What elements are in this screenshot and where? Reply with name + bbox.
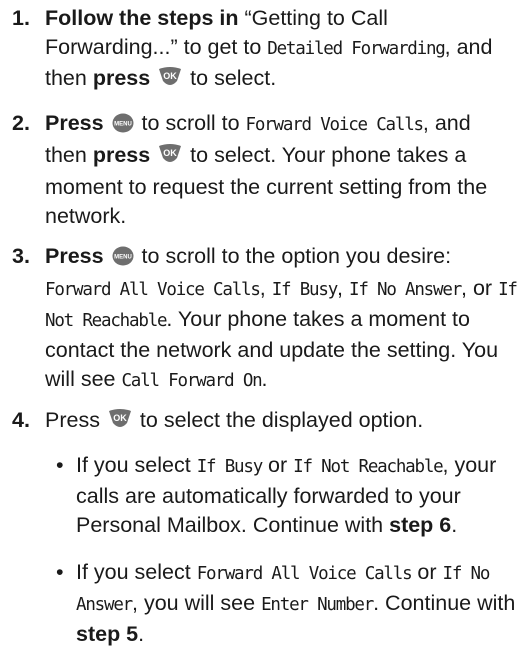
step-2: 2. Press MENU to scroll to Forward Voice… [12, 109, 517, 231]
display-text: Forward All Voice Calls [196, 564, 413, 584]
display-text: Call Forward On [121, 371, 262, 391]
bullet-text-run: . [451, 513, 458, 537]
display-text: Forward Voice Calls [245, 115, 425, 135]
step-text-run: to select. [184, 66, 277, 90]
bullet-text-run: . [138, 622, 145, 646]
display-text: If Busy [196, 457, 264, 477]
step-emphasis: press [92, 143, 151, 167]
bullet-item-2: • If you select Forward All Voice Calls … [56, 558, 521, 649]
bullet-text-run: . Continue with [373, 591, 516, 615]
step-emphasis: Follow the steps in [45, 6, 239, 30]
menu-key-icon: MENU [112, 112, 134, 141]
step-text-run: to scroll to the option you desire: [135, 244, 452, 268]
svg-text:OK: OK [113, 413, 127, 423]
display-text: If No Answer [349, 280, 462, 300]
bullet-marker: • [56, 453, 64, 477]
step-emphasis: Press [45, 244, 104, 268]
bullet-item-1: • If you select If Busy or If Not Reacha… [56, 451, 521, 540]
bullet-text-run: or [262, 453, 294, 477]
step-number: 1. [12, 6, 30, 30]
step-number: 3. [12, 244, 30, 268]
step-1: 1. Follow the steps in “Getting to Call … [12, 4, 517, 96]
step-text: Press MENU to scroll to Forward Voice Ca… [45, 109, 517, 231]
display-text: Enter Number [261, 595, 374, 615]
bullet-text: If you select If Busy or If Not Reachabl… [76, 451, 521, 540]
step-reference: step 6 [389, 513, 452, 537]
ok-key-icon: OK [108, 408, 132, 438]
bullet-text-run: If you select [76, 560, 197, 584]
step-text-run: , [337, 276, 349, 300]
step-emphasis: Press [45, 111, 104, 135]
svg-text:MENU: MENU [114, 255, 132, 261]
step-emphasis: press [92, 66, 151, 90]
step-number: 4. [12, 408, 30, 432]
step-text: Press OK to select the displayed option. [45, 406, 517, 438]
step-3: 3. Press MENU to scroll to the option yo… [12, 242, 518, 396]
step-text-run: , [259, 276, 272, 300]
bullet-text-run: , you will see [132, 591, 262, 615]
svg-text:OK: OK [163, 148, 177, 158]
step-text: Follow the steps in “Getting to Call For… [45, 4, 517, 96]
bullet-marker: • [56, 560, 64, 584]
step-text-run: to select the displayed option. [133, 408, 424, 432]
menu-key-icon: MENU [112, 245, 134, 274]
bullet-text-run: If you select [76, 453, 197, 477]
step-text-run: Press [45, 408, 100, 432]
step-text-run: , or [461, 276, 499, 300]
display-text: Detailed Forwarding [267, 39, 446, 59]
ok-key-icon: OK [158, 143, 182, 173]
ok-key-icon: OK [158, 66, 182, 96]
step-number: 2. [12, 111, 30, 135]
bullet-text: If you select Forward All Voice Calls or… [76, 558, 521, 649]
svg-text:MENU: MENU [114, 122, 132, 128]
svg-text:OK: OK [163, 71, 177, 81]
display-text: If Busy [271, 280, 339, 300]
step-reference: step 5 [76, 622, 139, 646]
step-text-run: . [261, 367, 268, 391]
bullet-text-run: or [411, 560, 443, 584]
display-text: If Not Reachable [293, 457, 444, 477]
step-text: Press MENU to scroll to the option you d… [45, 242, 518, 396]
step-text-run: to scroll to [135, 111, 246, 135]
step-4: 4. Press OK to select the displayed opti… [12, 406, 517, 438]
display-text: Forward All Voice Calls [45, 280, 261, 300]
